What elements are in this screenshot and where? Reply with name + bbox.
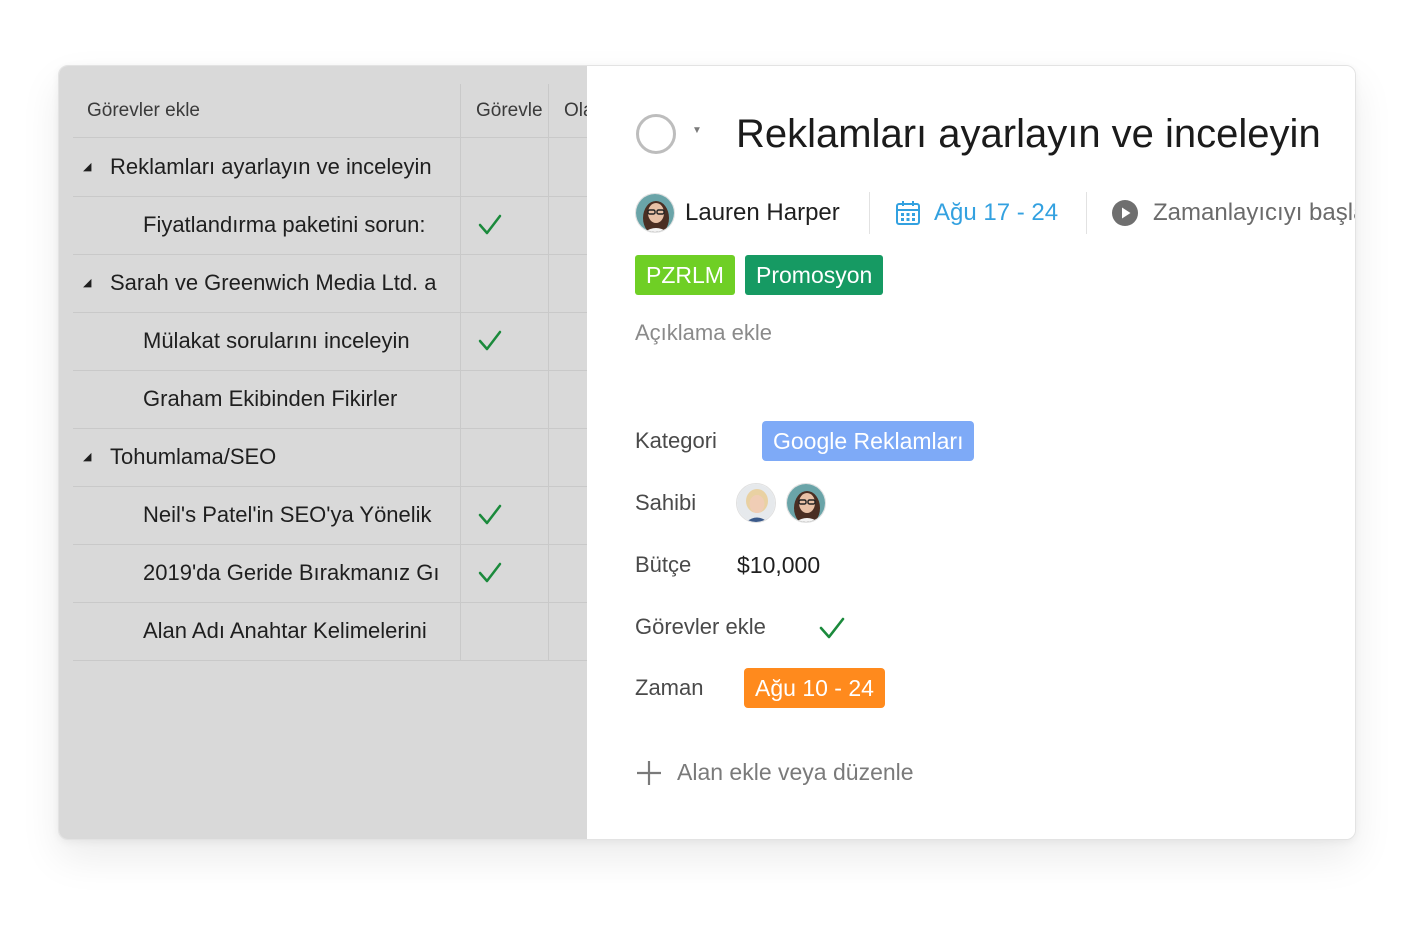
field-label-budget: Bütçe xyxy=(635,552,692,577)
row-label[interactable]: 2019'da Geride Bırakmanız Gı xyxy=(143,544,461,602)
row-label[interactable]: Sarah ve Greenwich Media Ltd. a xyxy=(110,254,460,312)
expand-caret-icon[interactable]: ◢ xyxy=(83,254,91,312)
table-row[interactable]: 2019'da Geride Bırakmanız Gı xyxy=(73,544,587,603)
task-card: Görevler ekle Görevle Ola ◢ Reklamları ay… xyxy=(58,65,1356,840)
field-label-tasks: Görevler ekle xyxy=(635,614,766,639)
check-icon xyxy=(478,504,502,525)
assignee-name[interactable]: Lauren Harper xyxy=(685,192,840,234)
calendar-icon[interactable] xyxy=(895,200,921,226)
row-label[interactable]: Neil's Patel'in SEO'ya Yönelik xyxy=(143,486,461,544)
table-row[interactable]: Graham Ekibinden Fikirler xyxy=(73,370,587,429)
timer-label[interactable]: Zamanlayıcıyı başla xyxy=(1153,192,1355,234)
task-meta-row: Lauren Harper Ağu 17 - 24 Zamanlayıcıyı … xyxy=(635,192,1355,234)
tag-promosyon[interactable]: Promosyon xyxy=(745,255,884,295)
circle-status-icon[interactable] xyxy=(636,114,676,154)
meta-separator xyxy=(869,192,870,234)
add-field-label: Alan ekle veya düzenle xyxy=(677,759,914,785)
table-row[interactable]: Alan Adı Anahtar Kelimelerini xyxy=(73,602,587,661)
task-table: Görevler ekle Görevle Ola ◢ Reklamları ay… xyxy=(59,66,587,839)
description-input[interactable]: Açıklama ekle xyxy=(635,318,772,348)
table-row[interactable]: ◢ Tohumlama/SEO xyxy=(73,428,587,487)
meta-separator xyxy=(1086,192,1087,234)
add-field-button[interactable]: Alan ekle veya düzenle xyxy=(635,755,1035,789)
column-header-task-check[interactable]: Görevle xyxy=(476,84,548,138)
assignee-avatar[interactable] xyxy=(635,193,675,233)
table-row[interactable]: Mülakat sorularını inceleyin xyxy=(73,312,587,371)
column-header-third[interactable]: Ola xyxy=(564,84,587,138)
row-label[interactable]: Graham Ekibinden Fikirler xyxy=(143,370,461,428)
owner-avatar[interactable] xyxy=(786,483,826,523)
row-label[interactable]: Fiyatlandırma paketini sorun: xyxy=(143,196,461,254)
task-detail-panel: ▼ Reklamları ayarlayın ve inceleyin Laur… xyxy=(587,66,1355,839)
owner-avatar[interactable] xyxy=(736,483,776,523)
time-value[interactable]: Ağu 10 - 24 xyxy=(744,668,885,708)
field-label-time: Zaman xyxy=(635,675,704,700)
check-icon[interactable] xyxy=(818,614,846,642)
field-label-owner: Sahibi xyxy=(635,490,697,515)
column-header-tasks[interactable]: Görevler ekle xyxy=(87,84,457,138)
field-label-category: Kategori xyxy=(635,428,717,453)
check-icon xyxy=(478,214,502,235)
row-label[interactable]: Tohumlama/SEO xyxy=(110,428,460,486)
chevron-down-icon[interactable]: ▼ xyxy=(692,125,702,136)
check-icon xyxy=(478,562,502,583)
plus-icon xyxy=(637,761,661,785)
expand-caret-icon[interactable]: ◢ xyxy=(83,138,91,196)
table-row[interactable]: Fiyatlandırma paketini sorun: xyxy=(73,196,587,255)
budget-value[interactable]: $10,000 xyxy=(737,545,820,585)
category-value[interactable]: Google Reklamları xyxy=(762,421,975,461)
row-label[interactable]: Mülakat sorularını inceleyin xyxy=(143,312,461,370)
play-icon[interactable] xyxy=(1112,200,1138,226)
row-label[interactable]: Reklamları ayarlayın ve inceleyin xyxy=(110,138,460,196)
check-icon xyxy=(478,330,502,351)
expand-caret-icon[interactable]: ◢ xyxy=(83,428,91,486)
table-row[interactable]: ◢ Sarah ve Greenwich Media Ltd. a xyxy=(73,254,587,313)
date-range[interactable]: Ağu 17 - 24 xyxy=(934,192,1058,234)
tag-pzrlm[interactable]: PZRLM xyxy=(635,255,735,295)
table-row[interactable]: Neil's Patel'in SEO'ya Yönelik xyxy=(73,486,587,545)
table-row[interactable]: ◢ Reklamları ayarlayın ve inceleyin xyxy=(73,138,587,197)
row-label[interactable]: Alan Adı Anahtar Kelimelerini xyxy=(143,602,461,660)
task-title[interactable]: Reklamları ayarlayın ve inceleyin xyxy=(736,108,1321,160)
